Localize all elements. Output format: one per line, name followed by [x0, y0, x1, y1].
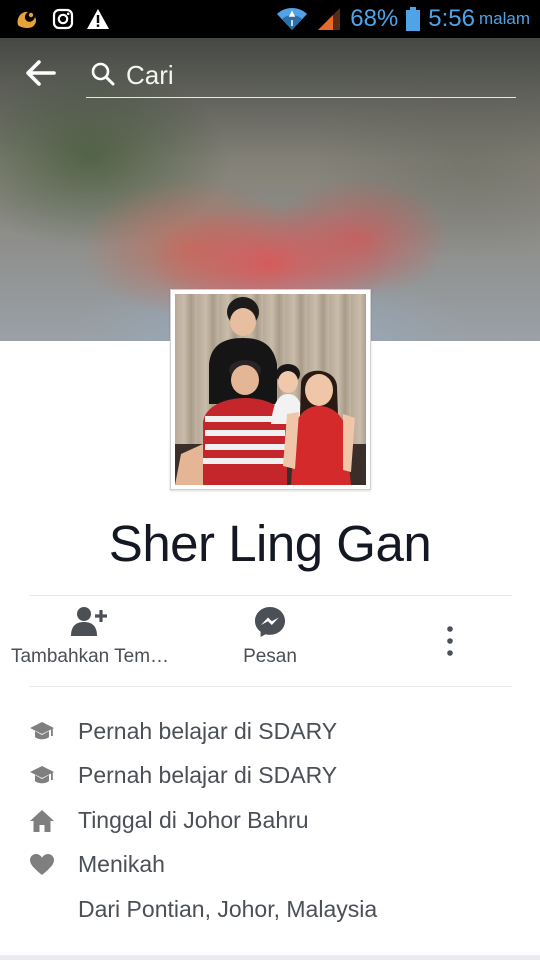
status-right-group: 68% 5:56 malam	[276, 0, 530, 38]
intro-item-relationship[interactable]: Menikah	[0, 847, 540, 883]
clock-time: 5:56	[428, 5, 475, 32]
heart-icon	[30, 854, 54, 875]
intro-item-education[interactable]: Pernah belajar di SDARY	[0, 758, 540, 794]
intro-item-education[interactable]: Pernah belajar di SDARY	[0, 714, 540, 750]
battery-icon	[406, 7, 421, 31]
message-button[interactable]: Pesan	[190, 600, 350, 680]
intro-text: Tinggal di Johor Bahru	[78, 807, 309, 833]
status-bar: 68% 5:56 malam	[0, 0, 540, 38]
family-photo-illustration	[175, 297, 366, 485]
intro-item-hometown[interactable]: Dari Pontian, Johor, Malaysia	[0, 892, 540, 928]
add-friend-label: Tambahkan Tem…	[10, 646, 170, 667]
search-icon	[91, 62, 115, 86]
add-friend-button[interactable]: Tambahkan Tem…	[0, 600, 180, 680]
signal-icon	[318, 8, 341, 30]
more-vertical-icon[interactable]	[436, 624, 464, 658]
instagram-icon	[52, 8, 74, 30]
message-label: Pesan	[243, 646, 297, 667]
home-icon	[30, 810, 54, 832]
battery-percent: 68%	[350, 5, 399, 32]
profile-picture[interactable]	[170, 289, 371, 490]
status-left-icons	[14, 7, 110, 31]
intro-text: Menikah	[78, 851, 165, 877]
search-bar[interactable]	[86, 52, 516, 98]
divider-top	[30, 595, 512, 596]
education-icon	[30, 766, 54, 784]
clock-period: malam	[478, 9, 530, 28]
wifi-icon	[277, 8, 308, 30]
uc-browser-icon	[17, 11, 37, 29]
intro-text: Pernah belajar di SDARY	[78, 762, 338, 788]
education-icon	[30, 722, 54, 740]
intro-item-residence[interactable]: Tinggal di Johor Bahru	[0, 803, 540, 839]
profile-name: Sher Ling Gan	[108, 515, 432, 572]
search-input[interactable]	[126, 58, 506, 92]
messenger-icon	[255, 607, 285, 637]
family-photo	[175, 294, 366, 485]
bottom-edge	[0, 955, 540, 960]
arrow-left-icon[interactable]	[24, 58, 58, 88]
divider-bottom	[30, 686, 512, 687]
warning-icon	[87, 9, 109, 29]
intro-text: Pernah belajar di SDARY	[78, 718, 338, 744]
intro-text: Dari Pontian, Johor, Malaysia	[78, 896, 378, 922]
add-friend-icon	[71, 607, 107, 636]
